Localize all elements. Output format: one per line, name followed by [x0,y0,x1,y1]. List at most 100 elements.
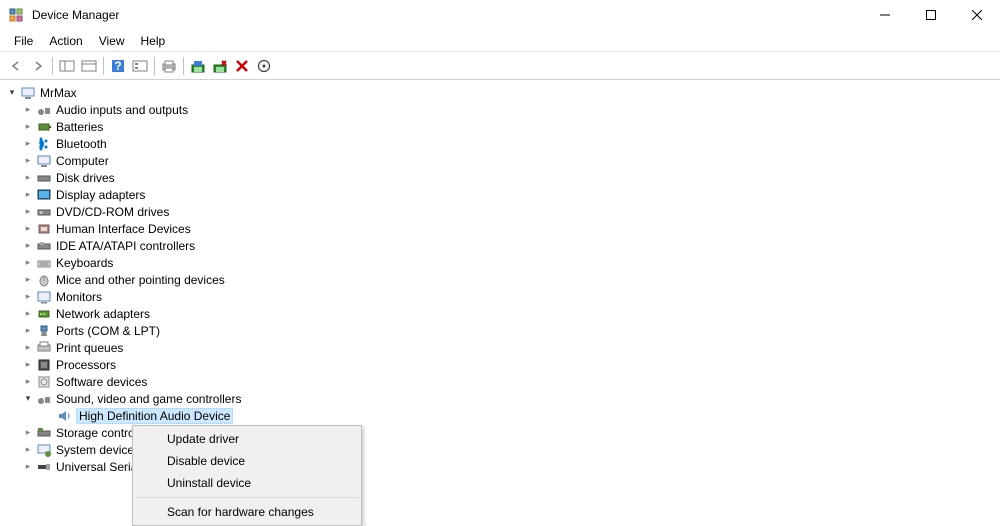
chevron-right-icon[interactable]: ▸ [22,155,34,167]
chevron-right-icon[interactable]: ▸ [22,359,34,371]
tree-category[interactable]: ▸Ports (COM & LPT) [6,322,994,339]
chevron-right-icon[interactable]: ▸ [22,240,34,252]
tree-category-label: Network adapters [56,307,150,321]
properties-button[interactable] [79,56,99,76]
context-menu: Update driver Disable device Uninstall d… [132,425,362,526]
context-update-driver[interactable]: Update driver [135,428,359,450]
chevron-right-icon[interactable]: ▸ [22,104,34,116]
tree-device-label: High Definition Audio Device [76,408,233,424]
category-icon [36,204,52,220]
titlebar: Device Manager [0,0,1000,30]
tree-category[interactable]: ▸Print queues [6,339,994,356]
tree-category[interactable]: ▸ Display adapters [6,186,994,203]
category-icon [36,459,52,475]
category-icon [36,425,52,441]
chevron-right-icon[interactable]: ▸ [22,257,34,269]
tree-category-label: Sound, video and game controllers [56,392,241,406]
chevron-right-icon[interactable]: ▸ [22,274,34,286]
device-tree[interactable]: ▾ MrMax ▸Audio inputs and outputs▸Batter… [0,80,1000,479]
chevron-right-icon[interactable]: ▸ [22,461,34,473]
close-button[interactable] [954,0,1000,30]
view-menu-button[interactable] [130,56,150,76]
context-scan-hardware[interactable]: Scan for hardware changes [135,501,359,523]
show-hide-tree-button[interactable] [57,56,77,76]
tree-category[interactable]: ▸ Keyboards [6,254,994,271]
menubar: File Action View Help [0,30,1000,52]
chevron-down-icon[interactable]: ▾ [6,87,18,99]
tree-root-label: MrMax [40,86,77,100]
tree-category[interactable]: ▸ Network adapters [6,305,994,322]
maximize-button[interactable] [908,0,954,30]
tree-root[interactable]: ▾ MrMax [6,84,994,101]
context-divider [136,497,358,498]
chevron-right-icon[interactable]: ▸ [22,291,34,303]
category-icon [36,238,52,254]
category-icon [36,374,52,390]
tree-category-label: Keyboards [56,256,113,270]
menu-file[interactable]: File [6,32,41,50]
menu-action[interactable]: Action [41,32,90,50]
tree-category-label: Software devices [56,375,147,389]
tree-category-label: System device [56,443,134,457]
tree-category-label: Mice and other pointing devices [56,273,225,287]
minimize-button[interactable] [862,0,908,30]
tree-category-label: Batteries [56,120,103,134]
tree-category[interactable]: ▸ Computer [6,152,994,169]
tree-category-label: Computer [56,154,109,168]
chevron-right-icon[interactable]: ▸ [22,138,34,150]
tree-category[interactable]: ▸Audio inputs and outputs [6,101,994,118]
category-icon [36,187,52,203]
category-icon [36,170,52,186]
uninstall-device-button[interactable] [232,56,252,76]
menu-view[interactable]: View [91,32,133,50]
help-button[interactable]: ? [108,56,128,76]
category-icon [36,340,52,356]
tree-category-label: Processors [56,358,116,372]
tree-category-label: DVD/CD-ROM drives [56,205,169,219]
tree-category[interactable]: ▸ Mice and other pointing devices [6,271,994,288]
svg-text:?: ? [114,59,121,73]
tree-category[interactable]: ▸ DVD/CD-ROM drives [6,203,994,220]
tree-category[interactable]: ▾ Sound, video and game controllers [6,390,994,407]
chevron-right-icon[interactable]: ▸ [22,172,34,184]
category-icon [36,272,52,288]
tree-category[interactable]: ▸ Software devices [6,373,994,390]
tree-category[interactable]: ▸Monitors [6,288,994,305]
chevron-right-icon[interactable]: ▸ [22,376,34,388]
tree-category-label: Human Interface Devices [56,222,191,236]
app-icon [8,7,24,23]
tree-device[interactable]: High Definition Audio Device [6,407,994,424]
chevron-right-icon[interactable]: ▸ [22,427,34,439]
chevron-right-icon[interactable]: ▸ [22,444,34,456]
category-icon [36,306,52,322]
tree-category-label: IDE ATA/ATAPI controllers [56,239,195,253]
update-driver-button[interactable] [188,56,208,76]
speaker-icon [56,408,72,424]
chevron-right-icon[interactable]: ▸ [22,206,34,218]
tree-category[interactable]: ▸ Human Interface Devices [6,220,994,237]
context-disable-device[interactable]: Disable device [135,450,359,472]
print-button[interactable] [159,56,179,76]
tree-category[interactable]: ▸ Batteries [6,118,994,135]
back-button[interactable] [6,56,26,76]
disable-device-button[interactable] [210,56,230,76]
context-uninstall-device[interactable]: Uninstall device [135,472,359,494]
tree-category[interactable]: ▸Bluetooth [6,135,994,152]
category-icon [36,323,52,339]
chevron-right-icon[interactable]: ▸ [22,325,34,337]
chevron-right-icon[interactable]: ▸ [22,121,34,133]
tree-category[interactable]: ▸ IDE ATA/ATAPI controllers [6,237,994,254]
chevron-right-icon[interactable]: ▸ [22,223,34,235]
forward-button[interactable] [28,56,48,76]
chevron-right-icon[interactable]: ▸ [22,342,34,354]
category-icon [36,289,52,305]
chevron-down-icon[interactable]: ▾ [22,393,34,405]
tree-category[interactable]: ▸Disk drives [6,169,994,186]
scan-hardware-button[interactable] [254,56,274,76]
chevron-right-icon[interactable]: ▸ [22,189,34,201]
category-icon [36,136,52,152]
tree-category-label: Display adapters [56,188,145,202]
tree-category[interactable]: ▸ Processors [6,356,994,373]
chevron-right-icon[interactable]: ▸ [22,308,34,320]
menu-help[interactable]: Help [133,32,174,50]
